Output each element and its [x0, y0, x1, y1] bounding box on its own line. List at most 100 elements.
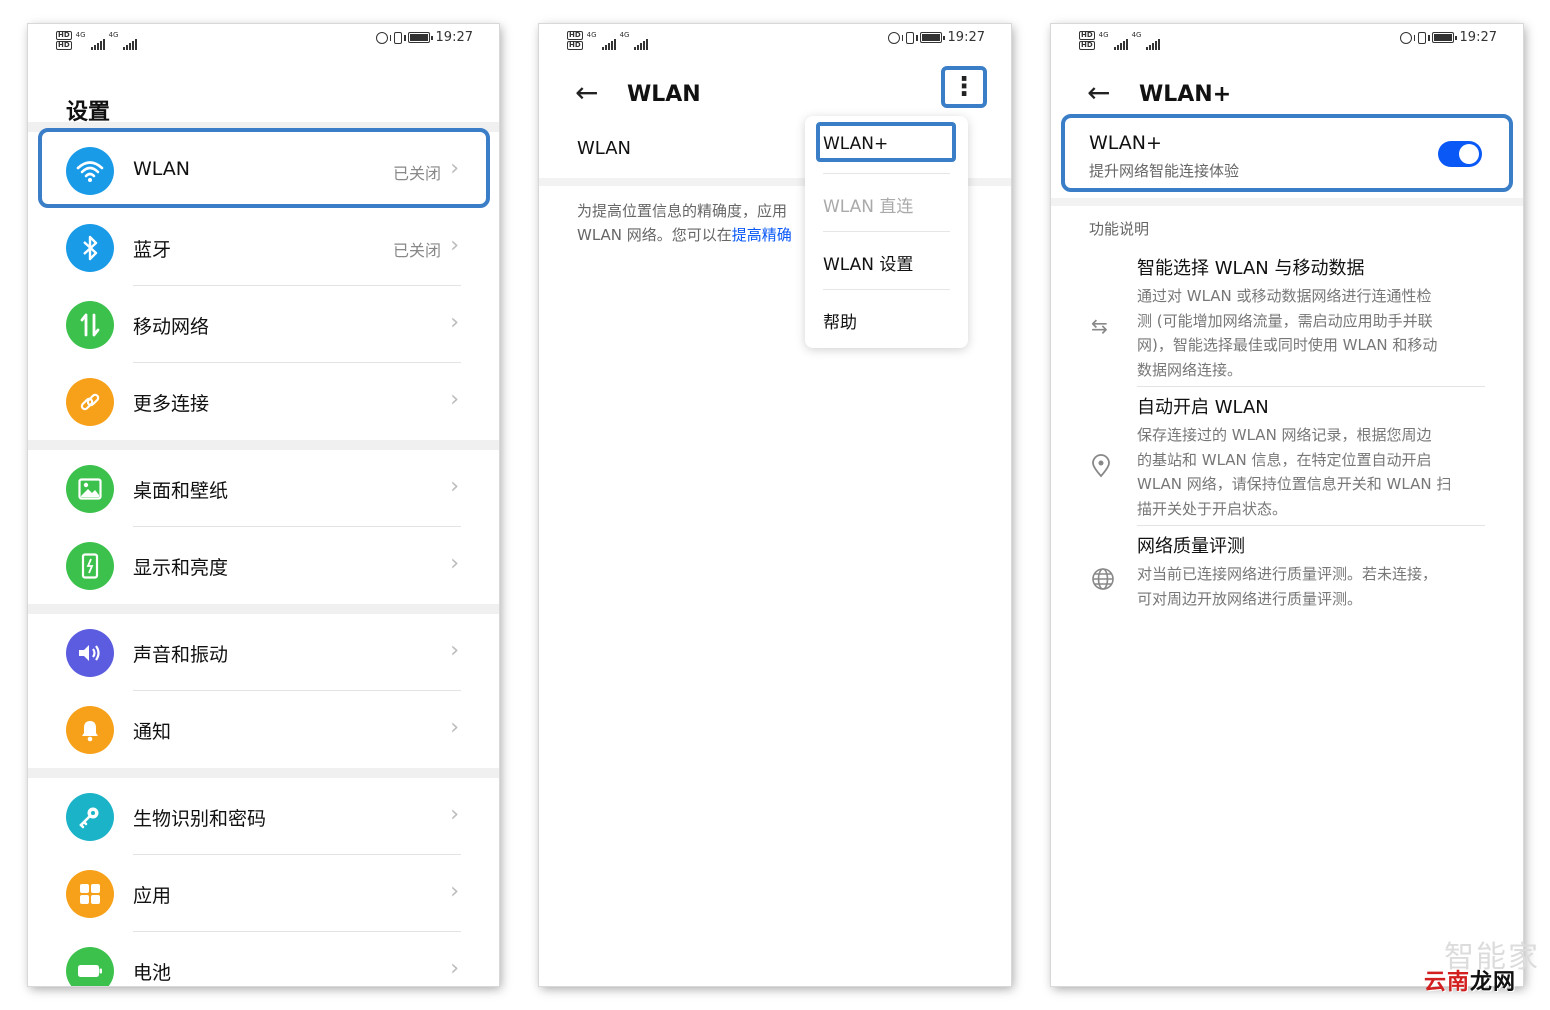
wlan-plus-toggle-label: WLAN+ [1089, 132, 1162, 154]
clock: 19:27 [435, 30, 473, 45]
signal-icon [601, 39, 616, 50]
battery-status-icon [1431, 32, 1457, 43]
alarm-icon [375, 31, 388, 44]
chevron-right-icon: › [450, 638, 459, 663]
status-bar: HD HD 4G 4G 19:27 [56, 30, 473, 50]
signal-icon [1146, 39, 1161, 50]
wifi-icon [66, 147, 114, 195]
wlan-screen: HD HD 4G 4G 19:27 ← WLAN ⋮ WLAN 为提高位置信息的精… [539, 24, 1011, 986]
apps-icon [66, 870, 114, 918]
feature-smart-select: 智能选择 WLAN 与移动数据 通过对 WLAN 或移动数据网络进行连通性检 测… [1137, 256, 1485, 382]
overflow-menu: WLAN+ WLAN 直连 WLAN 设置 帮助 [805, 116, 968, 348]
location-pin-icon [1091, 454, 1111, 483]
settings-item-label: 移动网络 [133, 316, 210, 338]
chevron-right-icon: › [450, 802, 459, 827]
settings-group-display: 桌面和壁纸 › 显示和亮度 › [28, 450, 499, 604]
clock: 19:27 [947, 30, 985, 45]
description-link[interactable]: 提高精确 [732, 226, 792, 244]
settings-item-mobile-network[interactable]: 移动网络 › [28, 286, 499, 363]
sound-icon [66, 629, 114, 677]
settings-item-notifications[interactable]: 通知 › [28, 691, 499, 768]
battery-status-icon [919, 32, 945, 43]
settings-item-label: 声音和振动 [133, 644, 229, 666]
settings-item-more-connections[interactable]: 更多连接 › [28, 363, 499, 440]
settings-item-label: WLAN [133, 158, 191, 180]
wlan-toggle-row-label[interactable]: WLAN [577, 138, 631, 159]
settings-group-connectivity: WLAN 已关闭 › 蓝牙 已关闭 › 移动网络 › 更多连接 › [28, 132, 499, 440]
highlight-box [816, 122, 956, 162]
page-title: WLAN+ [1139, 82, 1232, 107]
network-type-label: 4G [619, 31, 630, 39]
link-icon [66, 378, 114, 426]
settings-item-apps[interactable]: 应用 › [28, 855, 499, 932]
network-type-label: 4G [1098, 31, 1109, 39]
display-icon [66, 542, 114, 590]
alarm-icon [1399, 31, 1412, 44]
vibrate-icon [1413, 31, 1430, 44]
menu-item-help[interactable]: 帮助 [823, 308, 857, 333]
signal-icon [123, 39, 138, 50]
chevron-right-icon: › [450, 156, 459, 181]
settings-item-biometrics[interactable]: 生物识别和密码 › [28, 778, 499, 855]
settings-item-value: 已关闭 [392, 241, 441, 260]
network-type-label: 4G [586, 31, 597, 39]
chevron-right-icon: › [450, 310, 459, 335]
feature-title: 智能选择 WLAN 与移动数据 [1137, 258, 1365, 279]
settings-item-wallpaper[interactable]: 桌面和壁纸 › [28, 450, 499, 527]
more-options-button[interactable]: ⋮ [941, 66, 987, 108]
settings-item-battery[interactable]: 电池 › [28, 932, 499, 986]
network-type-label: 4G [108, 31, 119, 39]
settings-item-label: 显示和亮度 [133, 557, 229, 579]
settings-group-security: 生物识别和密码 › 应用 › 电池 › [28, 778, 499, 986]
wallpaper-icon [66, 465, 114, 513]
menu-item-wlan-settings[interactable]: WLAN 设置 [823, 250, 913, 275]
alarm-icon [887, 31, 900, 44]
back-arrow-icon[interactable]: ← [575, 76, 598, 109]
signal-icon [90, 39, 105, 50]
description-line: WLAN 网络。您可以在 [577, 226, 732, 244]
network-type-label: 4G [1131, 31, 1142, 39]
wlan-plus-screen: HD HD 4G 4G 19:27 ← WLAN+ WLAN+ 提升网络智能连接体… [1051, 24, 1523, 986]
settings-item-display[interactable]: 显示和亮度 › [28, 527, 499, 604]
settings-item-label: 蓝牙 [133, 239, 172, 261]
settings-item-wlan[interactable]: WLAN 已关闭 › [28, 132, 499, 209]
swap-icon: ⇆ [1091, 314, 1108, 338]
chevron-right-icon: › [450, 551, 459, 576]
settings-item-label: 电池 [133, 962, 172, 984]
settings-item-value: 已关闭 [392, 164, 441, 183]
page-title: WLAN [627, 82, 701, 107]
feature-title: 自动开启 WLAN [1137, 397, 1269, 418]
settings-item-sound[interactable]: 声音和振动 › [28, 614, 499, 691]
chevron-right-icon: › [450, 715, 459, 740]
wlan-plus-toggle-subtitle: 提升网络智能连接体验 [1089, 162, 1240, 180]
chevron-right-icon: › [450, 474, 459, 499]
wlan-plus-switch[interactable] [1438, 141, 1482, 167]
feature-title: 网络质量评测 [1137, 536, 1245, 557]
settings-group-sound: 声音和振动 › 通知 › [28, 614, 499, 768]
settings-item-label: 生物识别和密码 [133, 808, 267, 830]
mobile-data-icon [66, 301, 114, 349]
feature-quality-test: 网络质量评测 对当前已连接网络进行质量评测。若未连接， 可对周边开放网络进行质量… [1137, 534, 1485, 611]
settings-screen: HD HD 4G 4G 19:27 设置 WLAN 已关闭 › 蓝牙 已关闭 ›… [28, 24, 499, 986]
chevron-right-icon: › [450, 233, 459, 258]
back-arrow-icon[interactable]: ← [1087, 76, 1110, 109]
battery-icon [66, 947, 114, 986]
feature-auto-enable: 自动开启 WLAN 保存连接过的 WLAN 网络记录，根据您周边 的基站和 WL… [1137, 395, 1485, 521]
signal-icon [634, 39, 649, 50]
key-icon [66, 793, 114, 841]
menu-item-wlan-direct[interactable]: WLAN 直连 [823, 192, 913, 217]
status-bar: HD HD 4G 4G 19:27 [1079, 30, 1497, 50]
feature-description: 保存连接过的 WLAN 网络记录，根据您周边 的基站和 WLAN 信息，在特定位… [1137, 426, 1452, 518]
signal-icon [1113, 39, 1128, 50]
clock: 19:27 [1459, 30, 1497, 45]
chevron-right-icon: › [450, 956, 459, 981]
settings-item-bluetooth[interactable]: 蓝牙 已关闭 › [28, 209, 499, 286]
app-bar: ← WLAN+ [1051, 76, 1523, 116]
settings-item-label: 桌面和壁纸 [133, 480, 229, 502]
chevron-right-icon: › [450, 879, 459, 904]
network-type-label: 4G [75, 31, 86, 39]
section-title: 功能说明 [1089, 220, 1150, 238]
status-bar: HD HD 4G 4G 19:27 [567, 30, 985, 50]
feature-description: 对当前已连接网络进行质量评测。若未连接， 可对周边开放网络进行质量评测。 [1137, 565, 1438, 608]
battery-status-icon [407, 32, 433, 43]
